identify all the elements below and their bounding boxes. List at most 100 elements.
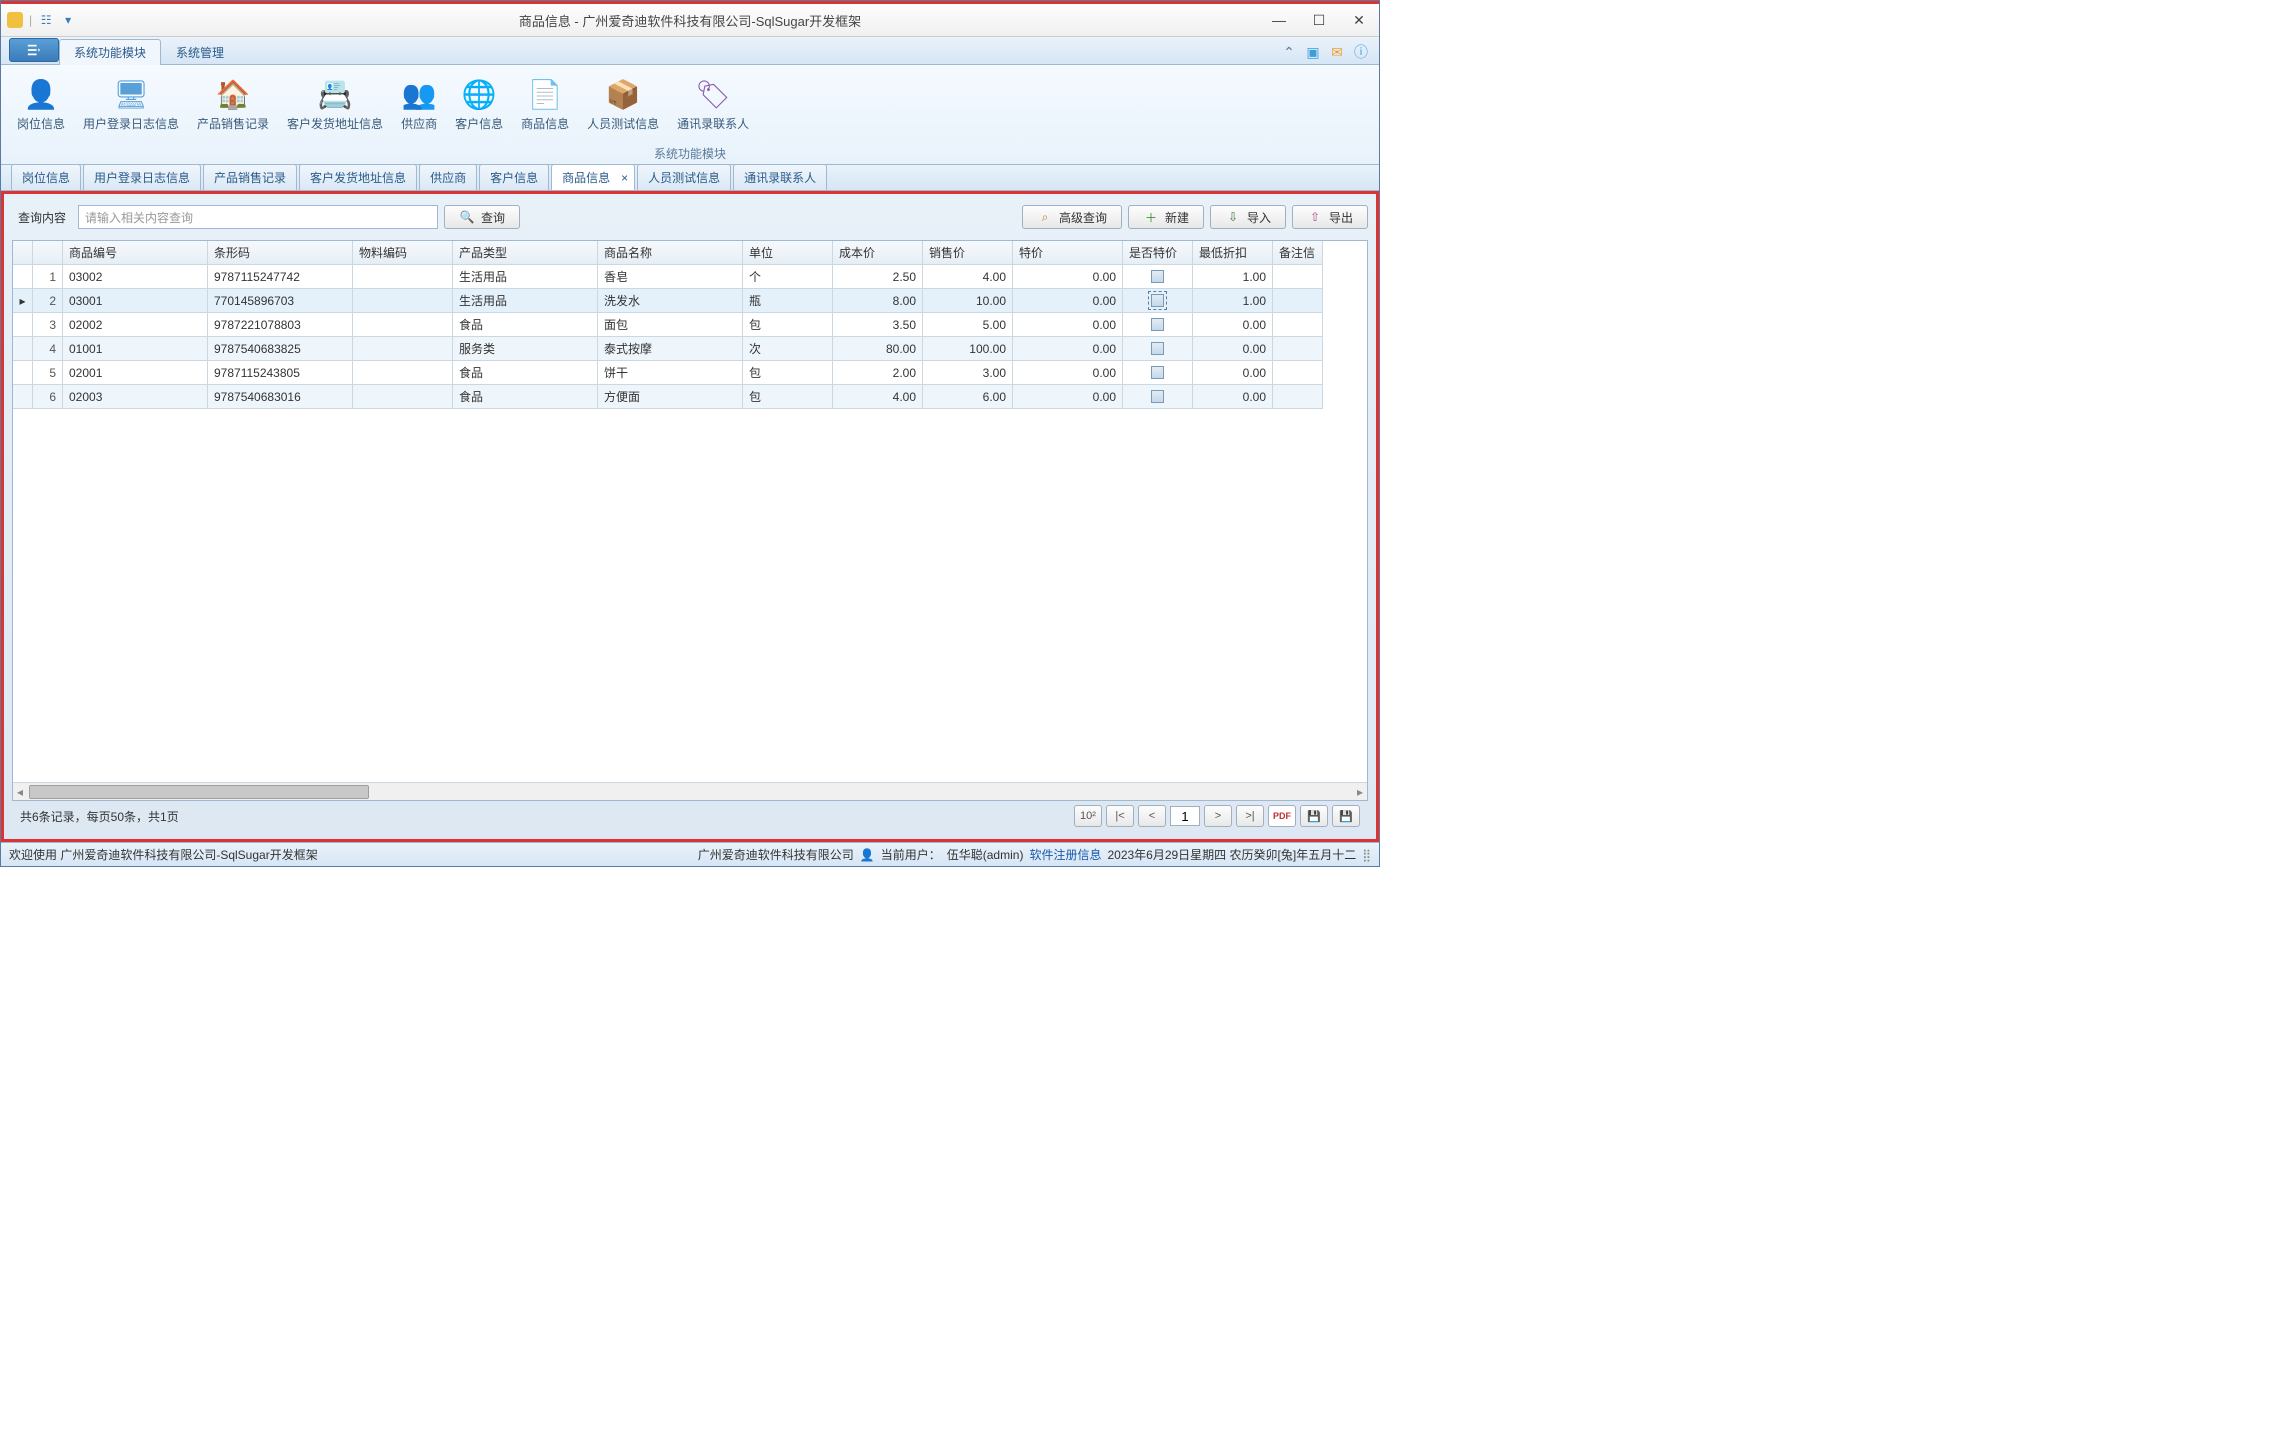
maximize-button[interactable]: ☐ xyxy=(1299,5,1339,35)
cell[interactable]: 0.00 xyxy=(1013,265,1123,289)
cell[interactable]: 包 xyxy=(743,385,833,409)
cell[interactable]: 服务类 xyxy=(453,337,598,361)
cell[interactable]: 6.00 xyxy=(923,385,1013,409)
cell[interactable]: 9787540683016 xyxy=(208,385,353,409)
cell[interactable]: 0.00 xyxy=(1013,337,1123,361)
col-header[interactable]: 备注信 xyxy=(1273,241,1323,265)
close-tab-icon[interactable]: × xyxy=(621,171,628,185)
cell[interactable]: 3.50 xyxy=(833,313,923,337)
cell[interactable] xyxy=(1123,313,1193,337)
cell[interactable]: 0.00 xyxy=(1013,361,1123,385)
table-row[interactable]: ▸203001770145896703生活用品洗发水瓶8.0010.000.00… xyxy=(13,289,1367,313)
cell[interactable]: 洗发水 xyxy=(598,289,743,313)
prev-page-button[interactable]: < xyxy=(1138,805,1166,827)
info-icon[interactable]: ⓘ xyxy=(1353,44,1369,60)
cell[interactable]: 9787115247742 xyxy=(208,265,353,289)
checkbox-icon[interactable] xyxy=(1151,366,1164,379)
cell[interactable]: 面包 xyxy=(598,313,743,337)
cell[interactable]: 次 xyxy=(743,337,833,361)
checkbox-icon[interactable] xyxy=(1151,390,1164,403)
document-tab[interactable]: 客户信息 xyxy=(479,164,549,190)
cell[interactable] xyxy=(1123,289,1193,313)
qat-dropdown-icon[interactable]: ▾ xyxy=(60,12,76,28)
cell[interactable]: 包 xyxy=(743,313,833,337)
cell[interactable]: 0.00 xyxy=(1013,289,1123,313)
cell[interactable]: 食品 xyxy=(453,361,598,385)
cell[interactable] xyxy=(353,385,453,409)
ribbon-item[interactable]: 🏷通讯录联系人 xyxy=(669,75,757,136)
cell[interactable] xyxy=(1273,337,1323,361)
cell[interactable]: 包 xyxy=(743,361,833,385)
ribbon-collapse-icon[interactable]: ⌃ xyxy=(1281,44,1297,60)
close-button[interactable]: ✕ xyxy=(1339,5,1379,35)
table-row[interactable]: 5020019787115243805食品饼干包2.003.000.000.00 xyxy=(13,361,1367,385)
cell[interactable]: 9787540683825 xyxy=(208,337,353,361)
cell[interactable]: 9787221078803 xyxy=(208,313,353,337)
pagesize-button[interactable]: 10² xyxy=(1074,805,1102,827)
col-header[interactable]: 物料编码 xyxy=(353,241,453,265)
last-page-button[interactable]: >| xyxy=(1236,805,1264,827)
horizontal-scrollbar[interactable]: ◂ ▸ xyxy=(13,782,1367,800)
ribbon-item[interactable]: 📇客户发货地址信息 xyxy=(279,75,391,136)
checkbox-icon[interactable] xyxy=(1151,270,1164,283)
cell[interactable]: 03001 xyxy=(63,289,208,313)
table-row[interactable]: 1030029787115247742生活用品香皂个2.504.000.001.… xyxy=(13,265,1367,289)
ribbon-item[interactable]: 👥供应商 xyxy=(393,75,445,136)
cell[interactable]: 80.00 xyxy=(833,337,923,361)
cell[interactable]: 个 xyxy=(743,265,833,289)
query-input[interactable]: 请输入相关内容查询 xyxy=(78,205,438,229)
document-tab[interactable]: 通讯录联系人 xyxy=(733,164,827,190)
cell[interactable]: 02001 xyxy=(63,361,208,385)
document-tab[interactable]: 用户登录日志信息 xyxy=(83,164,201,190)
cell[interactable]: 02002 xyxy=(63,313,208,337)
cell[interactable]: 100.00 xyxy=(923,337,1013,361)
col-header[interactable]: 条形码 xyxy=(208,241,353,265)
minimize-button[interactable]: — xyxy=(1259,5,1299,35)
ribbon-item[interactable]: 🏠产品销售记录 xyxy=(189,75,277,136)
import-button[interactable]: ⇩ 导入 xyxy=(1210,205,1286,229)
cell[interactable]: 0.00 xyxy=(1193,361,1273,385)
document-tab[interactable]: 产品销售记录 xyxy=(203,164,297,190)
ribbon-item[interactable]: 👤岗位信息 xyxy=(9,75,73,136)
col-header[interactable]: 成本价 xyxy=(833,241,923,265)
cell[interactable]: 食品 xyxy=(453,313,598,337)
cell[interactable] xyxy=(353,265,453,289)
mail-icon[interactable]: ✉ xyxy=(1329,44,1345,60)
cell[interactable]: 01001 xyxy=(63,337,208,361)
cell[interactable]: 770145896703 xyxy=(208,289,353,313)
cell[interactable] xyxy=(353,361,453,385)
ribbon-item[interactable]: 📄商品信息 xyxy=(513,75,577,136)
cell[interactable]: 0.00 xyxy=(1193,385,1273,409)
cell[interactable]: 2.50 xyxy=(833,265,923,289)
document-tab[interactable]: 客户发货地址信息 xyxy=(299,164,417,190)
cell[interactable]: 0.00 xyxy=(1013,385,1123,409)
col-header[interactable]: 销售价 xyxy=(923,241,1013,265)
file-menu-button[interactable] xyxy=(9,38,59,62)
register-link[interactable]: 软件注册信息 xyxy=(1029,846,1101,863)
cell[interactable] xyxy=(353,313,453,337)
cell[interactable]: 8.00 xyxy=(833,289,923,313)
col-header[interactable]: 商品编号 xyxy=(63,241,208,265)
cell[interactable]: 1.00 xyxy=(1193,289,1273,313)
cell[interactable]: 香皂 xyxy=(598,265,743,289)
cell[interactable] xyxy=(1123,337,1193,361)
qat-layout-icon[interactable]: ☷ xyxy=(38,12,54,28)
menu-tab[interactable]: 系统功能模块 xyxy=(59,39,161,65)
cell[interactable]: 方便面 xyxy=(598,385,743,409)
menu-tab[interactable]: 系统管理 xyxy=(161,39,239,65)
ribbon-item[interactable]: 📦人员测试信息 xyxy=(579,75,667,136)
cell[interactable]: 0.00 xyxy=(1193,313,1273,337)
document-tab[interactable]: 人员测试信息 xyxy=(637,164,731,190)
col-header[interactable]: 商品名称 xyxy=(598,241,743,265)
cell[interactable] xyxy=(1123,385,1193,409)
document-tab[interactable]: 商品信息× xyxy=(551,164,635,190)
ribbon-item[interactable]: 🌐客户信息 xyxy=(447,75,511,136)
cell[interactable]: 生活用品 xyxy=(453,289,598,313)
cell[interactable] xyxy=(353,337,453,361)
cell[interactable]: 饼干 xyxy=(598,361,743,385)
table-row[interactable]: 4010019787540683825服务类泰式按摩次80.00100.000.… xyxy=(13,337,1367,361)
page-number-input[interactable] xyxy=(1170,806,1200,826)
cell[interactable] xyxy=(1273,361,1323,385)
save-all-button[interactable]: 💾 xyxy=(1332,805,1360,827)
resize-grip-icon[interactable]: ⣿ xyxy=(1362,848,1371,862)
